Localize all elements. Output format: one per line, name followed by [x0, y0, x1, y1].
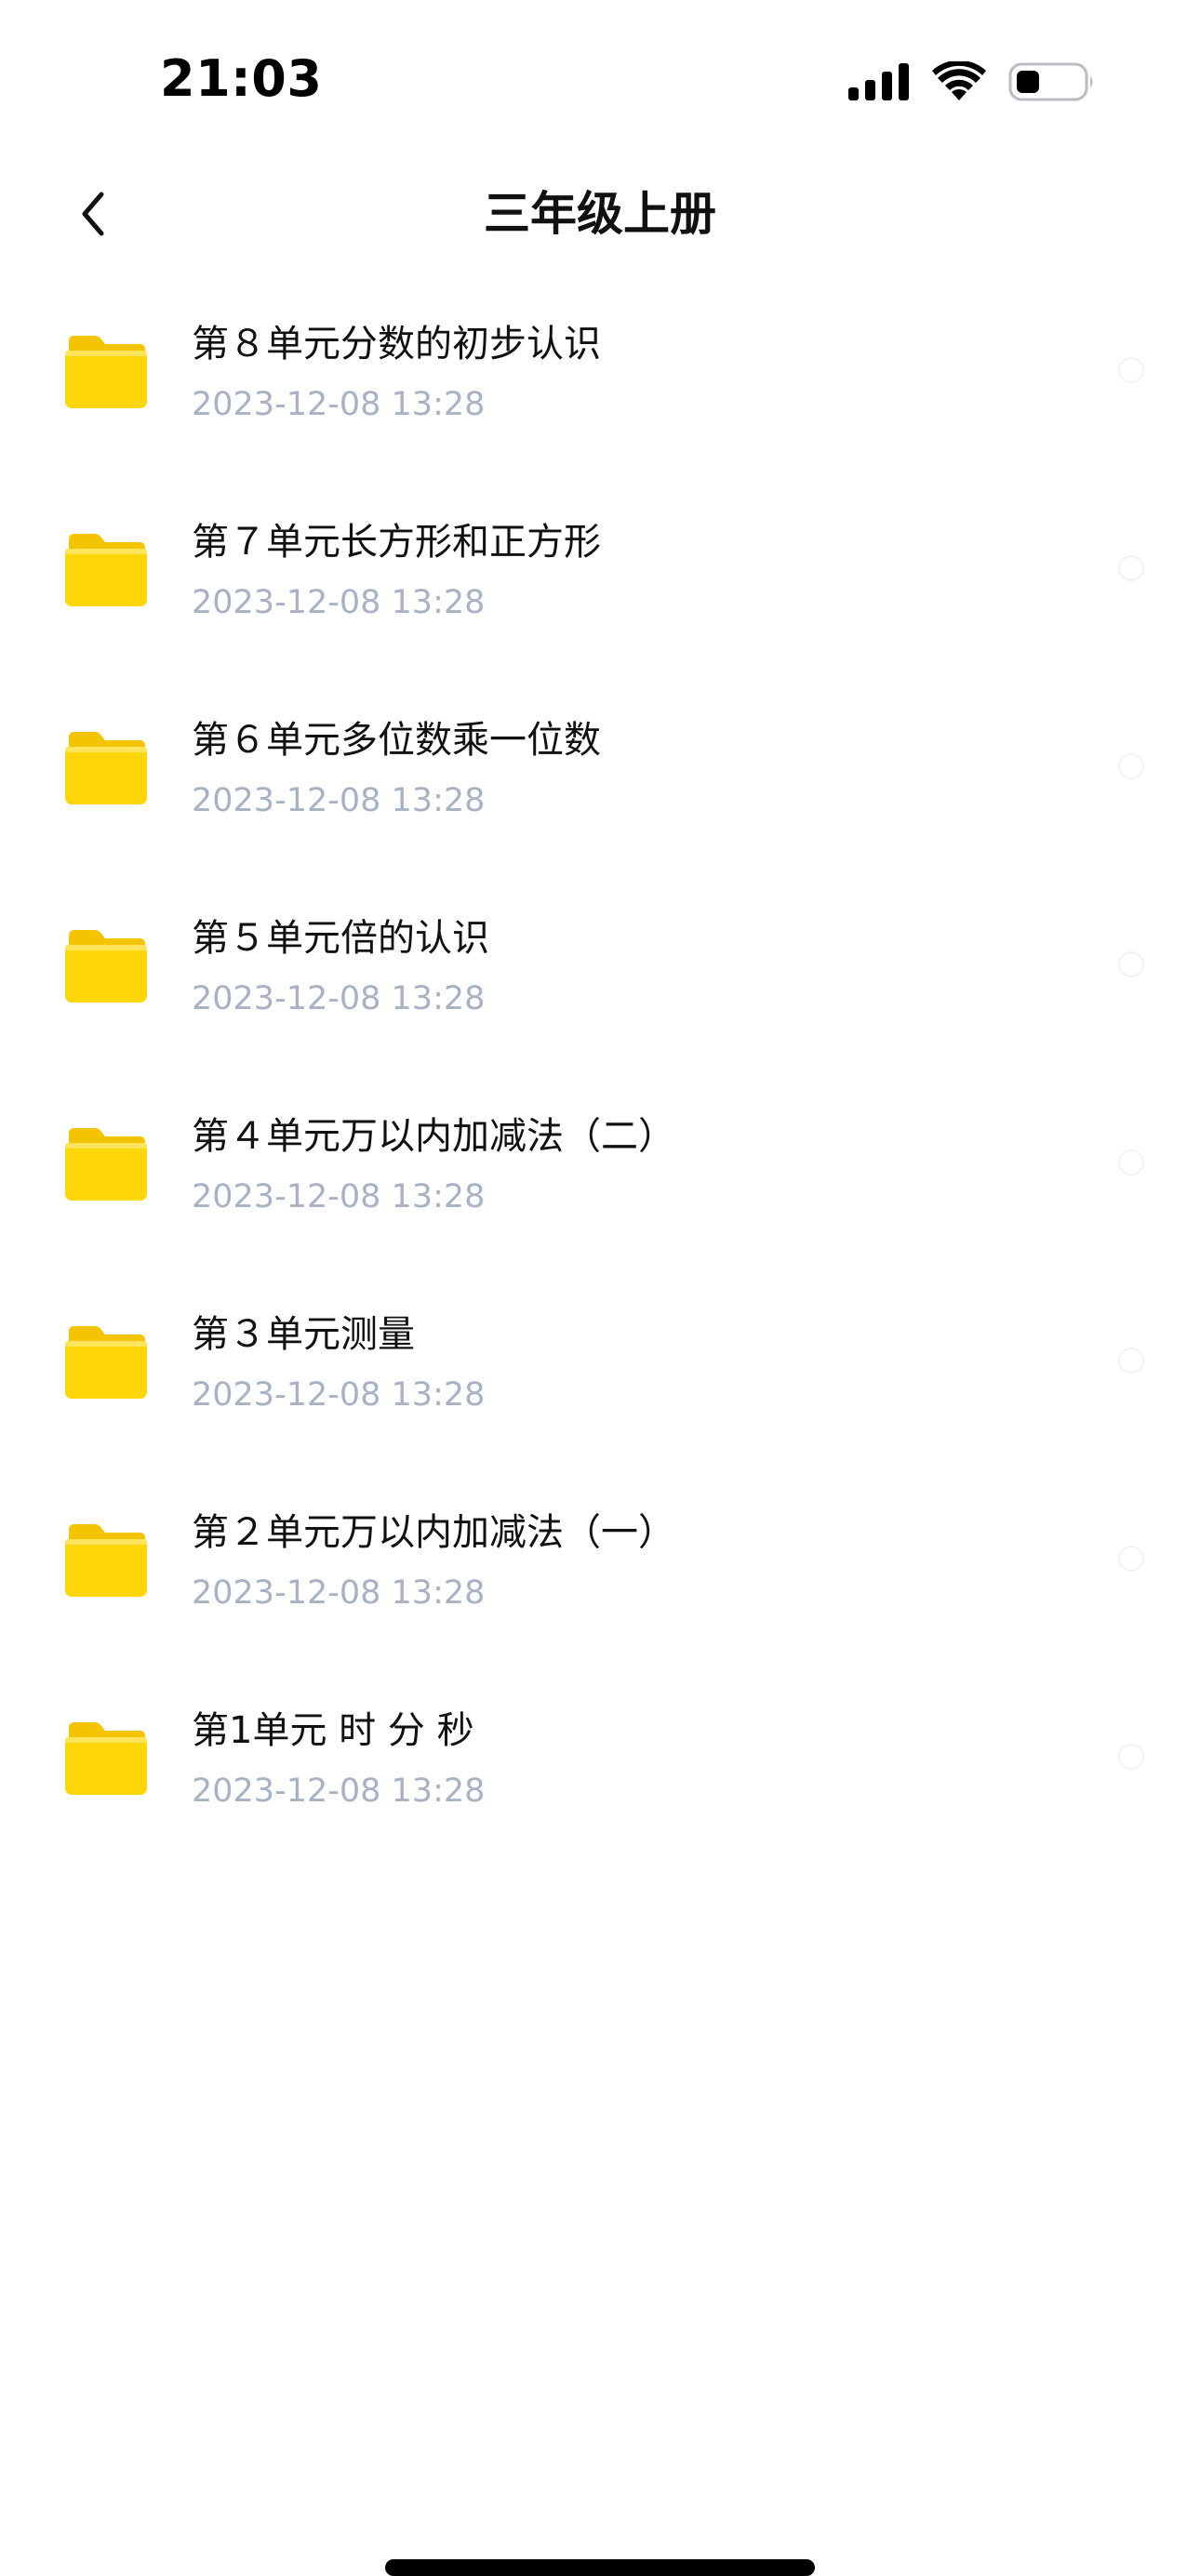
- folder-name: 第２单元万以内加减法（一）: [192, 1511, 675, 1554]
- folder-date: 2023-12-08 13:28: [192, 782, 486, 819]
- status-icons: [848, 58, 1096, 106]
- status-bar: 21:03: [0, 0, 1200, 158]
- folder-date: 2023-12-08 13:28: [192, 584, 486, 621]
- folder-icon: [65, 1326, 147, 1399]
- folder-item[interactable]: 第８单元分数的初步认识 2023-12-08 13:28: [0, 290, 1200, 488]
- folder-date: 2023-12-08 13:28: [192, 1574, 486, 1612]
- folder-icon: [65, 1524, 147, 1597]
- folder-icon: [65, 336, 147, 408]
- folder-item[interactable]: 第２单元万以内加减法（一） 2023-12-08 13:28: [0, 1479, 1200, 1677]
- folder-name: 第３单元测量: [192, 1313, 415, 1356]
- battery-icon: [1008, 62, 1093, 101]
- folder-name: 第５单元倍的认识: [192, 917, 489, 960]
- page-title: 三年级上册: [484, 187, 716, 241]
- folder-name: 第８单元分数的初步认识: [192, 323, 601, 365]
- folder-item[interactable]: 第1单元 时 分 秒 2023-12-08 13:28: [0, 1677, 1200, 1875]
- folder-name: 第４单元万以内加减法（二）: [192, 1115, 675, 1158]
- home-indicator: [385, 2559, 815, 2576]
- folder-icon: [65, 534, 147, 606]
- select-radio-button[interactable]: [1118, 555, 1144, 581]
- select-radio-button[interactable]: [1118, 1348, 1144, 1374]
- select-radio-button[interactable]: [1118, 357, 1144, 383]
- status-time: 21:03: [160, 49, 323, 108]
- folder-item[interactable]: 第６单元多位数乘一位数 2023-12-08 13:28: [0, 686, 1200, 884]
- folder-date: 2023-12-08 13:28: [192, 980, 486, 1017]
- folder-icon: [65, 1128, 147, 1201]
- select-radio-button[interactable]: [1118, 951, 1144, 977]
- folder-item[interactable]: 第３单元测量 2023-12-08 13:28: [0, 1281, 1200, 1479]
- cellular-signal-icon: [848, 63, 909, 100]
- folder-item[interactable]: 第５单元倍的认识 2023-12-08 13:28: [0, 884, 1200, 1082]
- folder-list: 第８单元分数的初步认识 2023-12-08 13:28 第７单元长方形和正方形…: [0, 290, 1200, 1875]
- select-radio-button[interactable]: [1118, 753, 1144, 779]
- select-radio-button[interactable]: [1118, 1149, 1144, 1175]
- folder-date: 2023-12-08 13:28: [192, 1178, 486, 1215]
- navigation-bar: 三年级上册: [0, 167, 1200, 260]
- folder-icon: [65, 930, 147, 1003]
- folder-item[interactable]: 第７单元长方形和正方形 2023-12-08 13:28: [0, 488, 1200, 686]
- folder-item[interactable]: 第４单元万以内加减法（二） 2023-12-08 13:28: [0, 1082, 1200, 1281]
- folder-name: 第７单元长方形和正方形: [192, 521, 601, 564]
- folder-icon: [65, 732, 147, 804]
- folder-icon: [65, 1722, 147, 1795]
- wifi-icon: [932, 61, 986, 100]
- folder-name: 第1单元 时 分 秒: [192, 1709, 474, 1752]
- folder-name: 第６单元多位数乘一位数: [192, 719, 601, 762]
- folder-date: 2023-12-08 13:28: [192, 1376, 486, 1414]
- select-radio-button[interactable]: [1118, 1744, 1144, 1770]
- select-radio-button[interactable]: [1118, 1546, 1144, 1572]
- folder-date: 2023-12-08 13:28: [192, 1773, 486, 1810]
- folder-date: 2023-12-08 13:28: [192, 386, 486, 423]
